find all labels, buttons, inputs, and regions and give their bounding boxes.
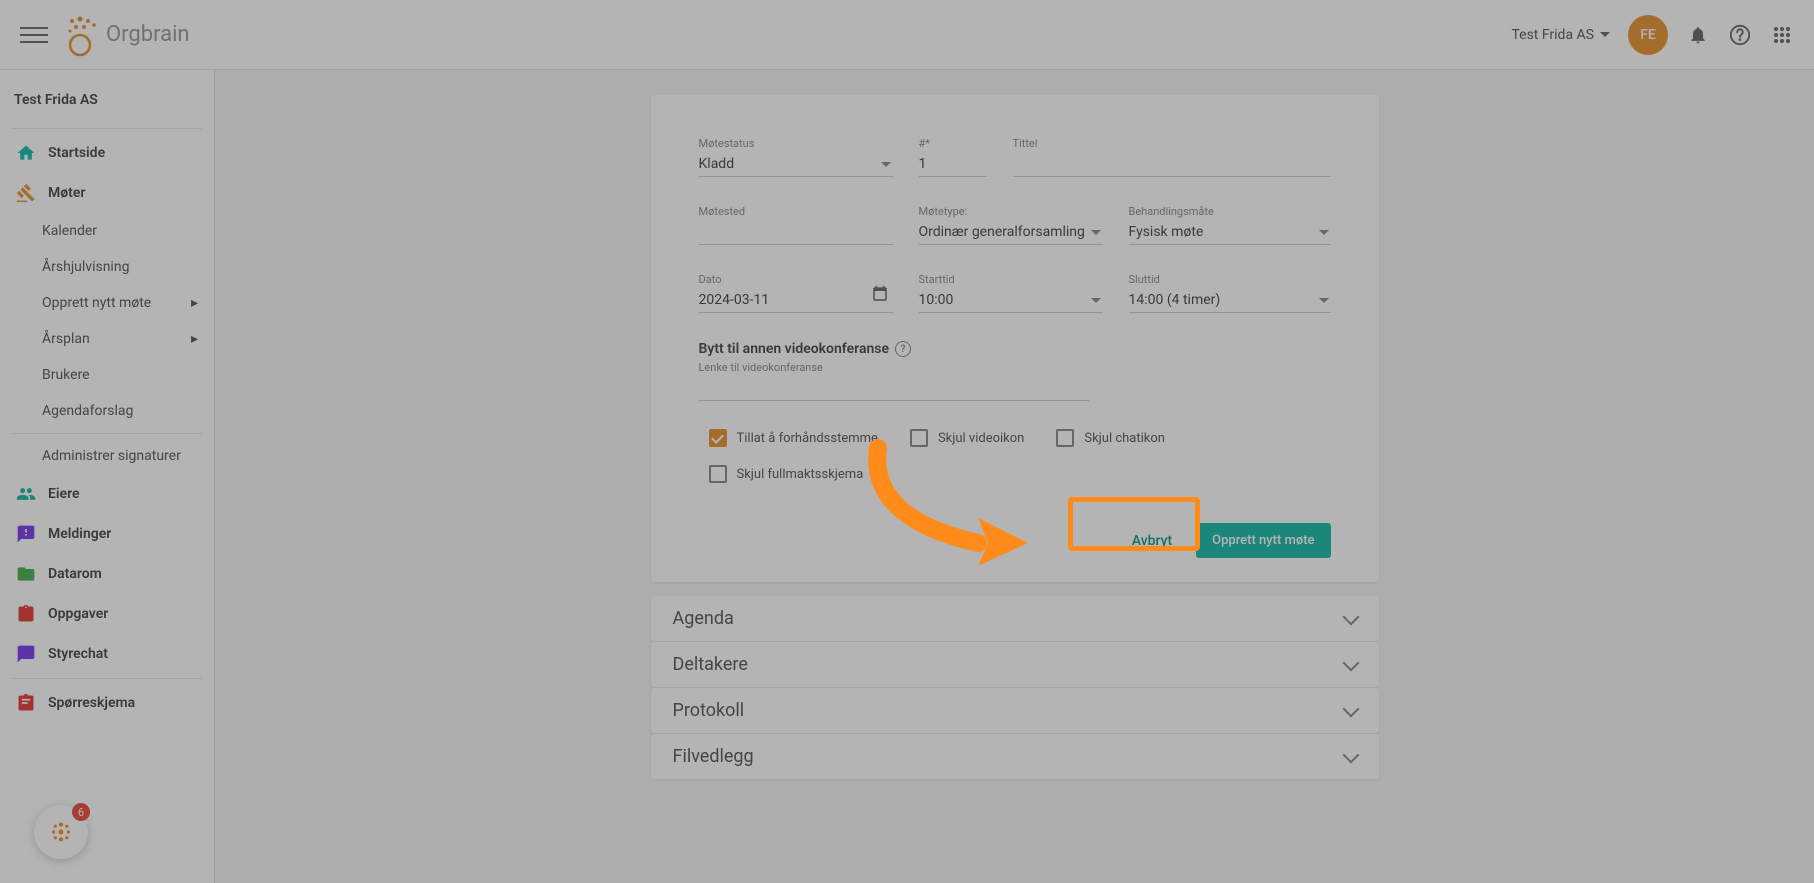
topbar: Orgbrain Test Frida AS FE [0,0,1814,70]
accordion-attachments[interactable]: Filvedlegg [651,734,1379,779]
apps-icon[interactable] [1770,23,1794,47]
accordion-agenda[interactable]: Agenda [651,596,1379,641]
chevron-right-icon: ▸ [191,295,198,311]
menu-icon[interactable] [20,21,48,49]
date-field[interactable]: Dato [699,273,893,313]
clipboard-icon [16,604,36,624]
chat-badge: 6 [72,803,90,821]
avatar[interactable]: FE [1628,15,1668,55]
nav-calendar[interactable]: Kalender [12,213,202,249]
nav-messages[interactable]: Meldinger [12,514,202,554]
cb-hidevideo[interactable]: Skjul videoikon [910,429,1024,447]
nav-home[interactable]: Startside [12,133,202,173]
sidebar: Test Frida AS Startside Møter Kalender Å… [0,70,215,883]
status-field[interactable]: Møtestatus Kladd [699,137,893,177]
chevron-down-icon [1342,700,1359,717]
calendar-icon[interactable] [871,285,889,307]
logo[interactable]: Orgbrain [66,13,190,57]
cb-hideproxy[interactable]: Skjul fullmaktsskjema [709,465,864,483]
video-switch-link[interactable]: Bytt til annen videokonferanse ? [699,341,1331,357]
type-field[interactable]: Møtetype: Ordinær generalforsamling [919,205,1103,245]
nav-signatures[interactable]: Administrer signaturer [12,438,202,474]
nav-yearplan[interactable]: Årsplan▸ [12,321,202,357]
chat-widget[interactable]: 6 [34,805,88,859]
nav-questionnaire[interactable]: Spørreskjema [12,683,202,723]
logo-text: Orgbrain [106,22,190,47]
help-icon[interactable] [1728,23,1752,47]
nav-users[interactable]: Brukere [12,357,202,393]
accordion-participants[interactable]: Deltakere [651,642,1379,687]
start-field[interactable]: Starttid 10:00 [919,273,1103,313]
sidebar-title: Test Frida AS [12,82,202,124]
nav-meetings[interactable]: Møter [12,173,202,213]
announcement-icon [16,524,36,544]
method-field[interactable]: Behandlingsmåte Fysisk møte [1129,205,1331,245]
chevron-down-icon [1342,608,1359,625]
cb-prevote[interactable]: Tillat å forhåndsstemme [709,429,878,447]
submit-button[interactable]: Opprett nytt møte [1196,523,1330,558]
people-icon [16,484,36,504]
main-content: Møtestatus Kladd #* Tittel Møtested [215,70,1814,883]
org-selector[interactable]: Test Frida AS [1511,27,1610,43]
end-field[interactable]: Sluttid 14:00 (4 timer) [1129,273,1331,313]
chevron-right-icon: ▸ [191,331,198,347]
chat-icon [16,644,36,664]
help-circle-icon[interactable]: ? [895,341,911,357]
nav-owners[interactable]: Eiere [12,474,202,514]
nav-tasks[interactable]: Oppgaver [12,594,202,634]
bell-icon[interactable] [1686,23,1710,47]
number-field[interactable]: #* [919,137,987,177]
title-field[interactable]: Tittel [1013,137,1331,177]
highlight-box [1068,497,1200,551]
nav-agenda-suggest[interactable]: Agendaforslag [12,393,202,429]
cb-hidechat[interactable]: Skjul chatikon [1056,429,1165,447]
nav-boardchat[interactable]: Styrechat [12,634,202,674]
place-field[interactable]: Møtested [699,205,893,245]
chevron-down-icon [1342,746,1359,763]
nav-create-meeting[interactable]: Opprett nytt møte▸ [12,285,202,321]
meeting-form-card: Møtestatus Kladd #* Tittel Møtested [651,95,1379,582]
folder-icon [16,564,36,584]
nav-dataroom[interactable]: Datarom [12,554,202,594]
gavel-icon [16,183,36,203]
clipboard-list-icon [16,693,36,713]
home-icon [16,143,36,163]
accordion-protocol[interactable]: Protokoll [651,688,1379,733]
chevron-down-icon [1342,654,1359,671]
video-link-field[interactable]: Lenke til videokonferanse [699,361,1089,401]
nav-yearview[interactable]: Årshjulvisning [12,249,202,285]
